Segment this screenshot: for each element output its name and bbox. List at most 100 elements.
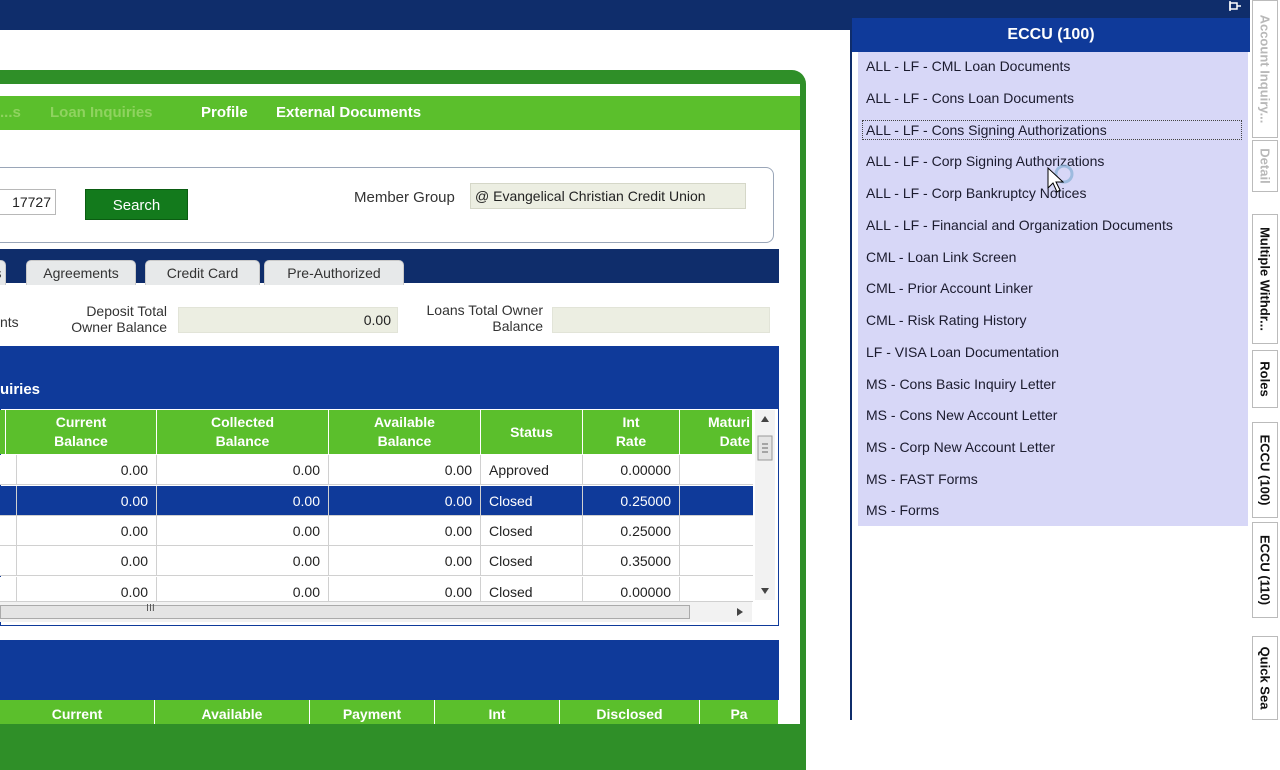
vertical-scrollbar-graphic	[757, 416, 773, 594]
current-balance-cell: 0.00	[6, 516, 157, 546]
current-balance-cell: 0.00	[6, 546, 157, 576]
loans-total-value	[552, 307, 770, 333]
grid-header-current-balance[interactable]: Current Balance	[6, 410, 157, 454]
side-tab-label: Detail	[1257, 148, 1273, 184]
side-tab-label: Quick Sea	[1257, 646, 1273, 710]
list-item[interactable]: MS - Forms	[866, 499, 939, 521]
header-line: Int	[622, 414, 640, 430]
loans-total-label: Loans Total Owner Balance	[400, 302, 543, 334]
grid-header-available-balance[interactable]: Available Balance	[329, 410, 481, 454]
list-item[interactable]: CML - Prior Account Linker	[866, 277, 1033, 299]
grid2-header-partial[interactable]: Pa	[700, 700, 779, 724]
tab-partial[interactable]: s	[0, 260, 6, 285]
tab-agreements[interactable]: Agreements	[26, 260, 136, 285]
nav-item-external-documents[interactable]: External Documents	[276, 104, 421, 121]
search-button[interactable]: Search	[85, 189, 188, 220]
grid2-header-int[interactable]: Int	[435, 700, 560, 724]
grid-header-collected-balance[interactable]: Collected Balance	[157, 410, 329, 454]
side-tab-account-inquiry[interactable]: Account Inquiry...	[1252, 0, 1278, 138]
side-tab-detail[interactable]: Detail	[1252, 140, 1278, 192]
inquiries-section-title: uiries	[0, 381, 41, 398]
available-balance-cell: 0.00	[329, 486, 481, 516]
header-line: Current	[55, 414, 107, 430]
scroll-grip-icon: III	[146, 603, 155, 614]
header-line: Balance	[54, 433, 108, 449]
loans-section-header	[0, 640, 779, 700]
tab-credit-card[interactable]: Credit Card	[145, 260, 260, 285]
pin-icon[interactable]	[1228, 0, 1244, 14]
list-item[interactable]: ALL - LF - Cons Loan Documents	[866, 87, 1074, 109]
table-row[interactable]: 0.00 0.00 0.00 Closed 0.00000	[0, 577, 753, 607]
list-item[interactable]: MS - Corp New Account Letter	[866, 436, 1055, 458]
list-item[interactable]: CML - Risk Rating History	[866, 309, 1027, 331]
status-cell: Closed	[481, 486, 583, 516]
nav-item-profile[interactable]: Profile	[201, 104, 248, 121]
list-item[interactable]: MS - Cons Basic Inquiry Letter	[866, 373, 1056, 395]
scroll-right-arrow-icon[interactable]	[734, 606, 746, 618]
list-item[interactable]: ALL - LF - CML Loan Documents	[866, 55, 1070, 77]
main-nav-bar: ...s Loan Inquiries Profile External Doc…	[0, 96, 800, 130]
grid2-header-payment[interactable]: Payment	[310, 700, 435, 724]
deposit-total-label: Deposit Total Owner Balance	[40, 303, 167, 335]
side-tab-multiple-withdrawals[interactable]: Multiple Withdr...	[1252, 214, 1278, 344]
header-line: Date	[719, 433, 750, 449]
side-tab-quick-search[interactable]: Quick Sea	[1252, 636, 1278, 720]
member-group-label: Member Group	[354, 189, 455, 206]
header-line: Maturi	[708, 414, 750, 430]
table-row[interactable]: 0.00 0.00 0.00 Closed 0.35000	[0, 546, 753, 576]
side-tab-label: Roles	[1257, 361, 1273, 397]
table-row[interactable]: 0.00 0.00 0.00 Closed 0.25000	[0, 516, 753, 546]
nav-item-loan-inquiries[interactable]: Loan Inquiries	[50, 104, 153, 121]
side-tab-eccu-110[interactable]: ECCU (110)	[1252, 522, 1278, 618]
top-title-bar	[0, 0, 850, 30]
list-item[interactable]: LF - VISA Loan Documentation	[866, 341, 1059, 363]
grid2-header-current[interactable]: Current	[0, 700, 155, 724]
grid-header-int-rate[interactable]: Int Rate	[583, 410, 680, 454]
tab-pre-authorized[interactable]: Pre-Authorized	[264, 260, 404, 285]
panel-title: ECCU (100)	[852, 18, 1250, 52]
side-tab-roles[interactable]: Roles	[1252, 350, 1278, 408]
horizontal-scroll-thumb[interactable]: III	[0, 603, 690, 619]
grid-header-status[interactable]: Status	[481, 410, 583, 454]
list-item[interactable]: ALL - LF - Financial and Organization Do…	[866, 214, 1173, 236]
list-item[interactable]: MS - Cons New Account Letter	[866, 404, 1057, 426]
member-number-input[interactable]: 17727	[0, 189, 56, 215]
int-rate-cell: 0.25000	[583, 516, 680, 546]
nav-item-partial[interactable]: ...s	[0, 104, 21, 121]
list-item[interactable]: CML - Loan Link Screen	[866, 246, 1016, 268]
header-line: Collected	[210, 414, 274, 430]
side-tab-label: ECCU (100)	[1257, 434, 1273, 506]
loans-total-label-line2: Balance	[492, 318, 543, 334]
grid-header-maturity-date[interactable]: Maturi Date	[680, 410, 753, 454]
scroll-up-arrow-icon	[761, 416, 769, 422]
loans-total-label-line1: Loans Total Owner	[426, 302, 543, 318]
int-rate-cell: 0.35000	[583, 546, 680, 576]
scroll-down-arrow-icon	[761, 588, 769, 594]
current-balance-cell: 0.00	[6, 455, 157, 485]
list-item[interactable]: MS - FAST Forms	[866, 468, 978, 490]
list-item-focused[interactable]: ALL - LF - Cons Signing Authorizations	[866, 119, 1107, 141]
grid-horizontal-scrollbar[interactable]: III	[0, 602, 752, 622]
grid2-header-disclosed[interactable]: Disclosed	[560, 700, 700, 724]
grid-vertical-scrollbar[interactable]	[755, 410, 775, 600]
available-balance-cell: 0.00	[329, 516, 481, 546]
table-row-selected[interactable]: 0.00 0.00 0.00 Closed 0.25000	[0, 486, 753, 516]
side-tab-label: ECCU (110)	[1257, 534, 1273, 606]
status-cell: Closed	[481, 546, 583, 576]
header-line: Balance	[215, 433, 270, 449]
member-group-field[interactable]: @ Evangelical Christian Credit Union	[470, 183, 746, 209]
table-row[interactable]: 0.00 0.00 0.00 Approved 0.00000	[0, 455, 753, 485]
deposit-total-label-line1: Deposit Total	[86, 303, 167, 319]
summary-left-label: nts	[0, 314, 19, 330]
header-line: Rate	[615, 433, 647, 449]
deposit-total-value: 0.00	[178, 307, 398, 333]
inquiries-section-header	[0, 346, 779, 408]
panel-top-bar	[850, 0, 1250, 18]
side-tab-label: Account Inquiry...	[1257, 14, 1273, 124]
available-balance-cell: 0.00	[329, 546, 481, 576]
side-tab-eccu-100[interactable]: ECCU (100)	[1252, 422, 1278, 518]
grid2-header-available[interactable]: Available	[155, 700, 310, 724]
collected-balance-cell: 0.00	[157, 546, 329, 576]
header-line: Available	[374, 414, 435, 430]
mouse-cursor-icon	[1047, 164, 1074, 193]
